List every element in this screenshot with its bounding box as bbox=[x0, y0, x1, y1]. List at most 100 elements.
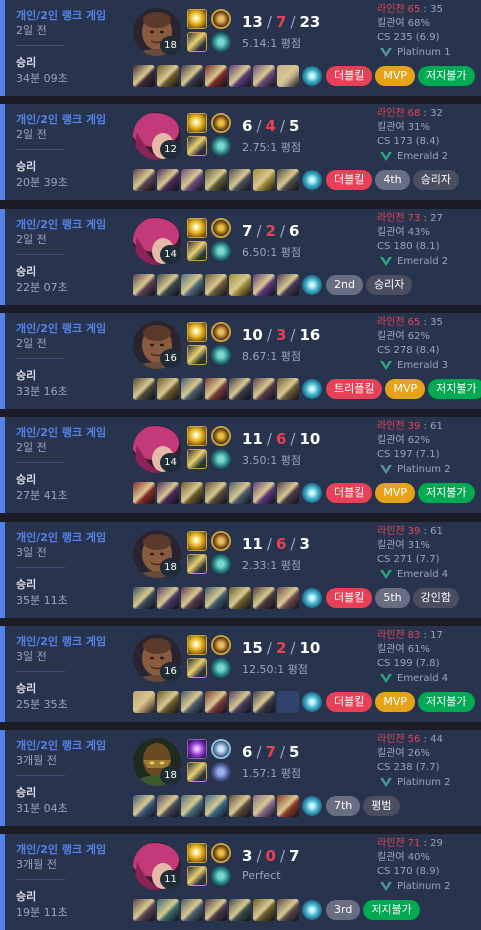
item-icon[interactable] bbox=[181, 482, 203, 504]
item-icon[interactable] bbox=[277, 587, 299, 609]
item-icon[interactable] bbox=[277, 899, 299, 921]
item-icon[interactable] bbox=[181, 65, 203, 87]
ward-icon[interactable] bbox=[302, 170, 322, 190]
secondary-rune-icon[interactable] bbox=[211, 241, 231, 261]
item-icon[interactable] bbox=[253, 169, 275, 191]
item-icon[interactable] bbox=[277, 169, 299, 191]
item-icon[interactable] bbox=[277, 274, 299, 296]
ward-icon[interactable] bbox=[302, 483, 322, 503]
item-icon[interactable] bbox=[157, 691, 179, 713]
flash-spell-icon[interactable] bbox=[187, 9, 207, 29]
item-icon[interactable] bbox=[133, 274, 155, 296]
item-icon[interactable] bbox=[157, 274, 179, 296]
item-icon[interactable] bbox=[229, 169, 251, 191]
smite-spell-icon[interactable] bbox=[187, 136, 207, 156]
item-icon[interactable] bbox=[181, 274, 203, 296]
ward-icon[interactable] bbox=[302, 692, 322, 712]
item-icon[interactable] bbox=[205, 169, 227, 191]
conqueror-rune-icon[interactable] bbox=[211, 322, 231, 342]
item-icon[interactable] bbox=[229, 795, 251, 817]
item-icon[interactable] bbox=[181, 378, 203, 400]
smite-spell-icon[interactable] bbox=[187, 554, 207, 574]
item-icon[interactable] bbox=[205, 378, 227, 400]
conqueror-rune-icon[interactable] bbox=[211, 635, 231, 655]
item-icon[interactable] bbox=[133, 691, 155, 713]
flash-spell-icon[interactable] bbox=[187, 635, 207, 655]
match-card[interactable]: 개인/2인 랭크 게임 3개월 전 승리 19분 11초 11 3/0/7 Perfect 3… bbox=[0, 834, 481, 930]
item-icon[interactable] bbox=[205, 587, 227, 609]
empty-item-slot[interactable] bbox=[277, 691, 299, 713]
item-icon[interactable] bbox=[181, 899, 203, 921]
match-card[interactable]: 개인/2인 랭크 게임 3일 전 승리 35분 11초 18 11/6/3 2.33:1 평… bbox=[0, 522, 481, 618]
item-icon[interactable] bbox=[133, 899, 155, 921]
secondary-rune-icon[interactable] bbox=[211, 32, 231, 52]
secondary-rune-icon[interactable] bbox=[211, 658, 231, 678]
smite-spell-icon[interactable] bbox=[187, 658, 207, 678]
item-icon[interactable] bbox=[133, 795, 155, 817]
flash-spell-icon[interactable] bbox=[187, 426, 207, 446]
secondary-rune-icon[interactable] bbox=[211, 345, 231, 365]
item-icon[interactable] bbox=[253, 795, 275, 817]
secondary-rune-icon[interactable] bbox=[211, 866, 231, 886]
flash-spell-icon[interactable] bbox=[187, 531, 207, 551]
item-icon[interactable] bbox=[229, 65, 251, 87]
electrocute-rune-icon[interactable] bbox=[211, 843, 231, 863]
item-icon[interactable] bbox=[133, 482, 155, 504]
item-icon[interactable] bbox=[205, 899, 227, 921]
match-card[interactable]: 개인/2인 랭크 게임 2일 전 승리 22분 07초 14 7/2/6 6.50:1 평점… bbox=[0, 209, 481, 305]
ward-icon[interactable] bbox=[302, 588, 322, 608]
item-icon[interactable] bbox=[133, 378, 155, 400]
item-icon[interactable] bbox=[229, 274, 251, 296]
smite-spell-icon[interactable] bbox=[187, 449, 207, 469]
item-icon[interactable] bbox=[181, 691, 203, 713]
item-icon[interactable] bbox=[181, 587, 203, 609]
smite-spell-icon[interactable] bbox=[187, 762, 207, 782]
electrocute-rune-icon[interactable] bbox=[211, 113, 231, 133]
ignite-purple-spell-icon[interactable] bbox=[187, 739, 207, 759]
ward-icon[interactable] bbox=[302, 379, 322, 399]
item-icon[interactable] bbox=[253, 65, 275, 87]
item-icon[interactable] bbox=[205, 274, 227, 296]
item-icon[interactable] bbox=[229, 378, 251, 400]
item-icon[interactable] bbox=[157, 378, 179, 400]
item-icon[interactable] bbox=[157, 169, 179, 191]
ward-icon[interactable] bbox=[302, 66, 322, 86]
item-icon[interactable] bbox=[157, 795, 179, 817]
flash-spell-icon[interactable] bbox=[187, 322, 207, 342]
item-icon[interactable] bbox=[133, 587, 155, 609]
flash-spell-icon[interactable] bbox=[187, 843, 207, 863]
first-strike-rune-icon[interactable] bbox=[211, 739, 231, 759]
smite-spell-icon[interactable] bbox=[187, 866, 207, 886]
flash-spell-icon[interactable] bbox=[187, 113, 207, 133]
smite-spell-icon[interactable] bbox=[187, 241, 207, 261]
item-icon[interactable] bbox=[181, 169, 203, 191]
item-icon[interactable] bbox=[205, 482, 227, 504]
item-icon[interactable] bbox=[253, 899, 275, 921]
ward-icon[interactable] bbox=[302, 275, 322, 295]
conqueror-rune-icon[interactable] bbox=[211, 9, 231, 29]
item-icon[interactable] bbox=[277, 795, 299, 817]
item-icon[interactable] bbox=[205, 795, 227, 817]
flash-spell-icon[interactable] bbox=[187, 218, 207, 238]
item-icon[interactable] bbox=[133, 65, 155, 87]
item-icon[interactable] bbox=[229, 691, 251, 713]
item-icon[interactable] bbox=[277, 378, 299, 400]
item-icon[interactable] bbox=[253, 587, 275, 609]
item-icon[interactable] bbox=[157, 587, 179, 609]
item-icon[interactable] bbox=[181, 795, 203, 817]
match-card[interactable]: 개인/2인 랭크 게임 3일 전 승리 25분 35초 16 15/2/10 12.50:1… bbox=[0, 626, 481, 722]
conqueror-rune-icon[interactable] bbox=[211, 531, 231, 551]
secondary-rune-icon[interactable] bbox=[211, 554, 231, 574]
item-icon[interactable] bbox=[205, 65, 227, 87]
item-icon[interactable] bbox=[229, 587, 251, 609]
item-icon[interactable] bbox=[277, 482, 299, 504]
secondary-rune-icon[interactable] bbox=[211, 762, 231, 782]
item-icon[interactable] bbox=[157, 482, 179, 504]
item-icon[interactable] bbox=[229, 482, 251, 504]
match-card[interactable]: 개인/2인 랭크 게임 2일 전 승리 20분 39초 12 6/4/5 2.75:1 평점… bbox=[0, 104, 481, 200]
match-card[interactable]: 개인/2인 랭크 게임 2일 전 승리 27분 41초 14 11/6/10 3.50:1 … bbox=[0, 417, 481, 513]
item-icon[interactable] bbox=[253, 378, 275, 400]
ward-icon[interactable] bbox=[302, 796, 322, 816]
electrocute-rune-icon[interactable] bbox=[211, 426, 231, 446]
match-card[interactable]: 개인/2인 랭크 게임 2일 전 승리 34분 09초 18 13/7/23 5.14:1 … bbox=[0, 0, 481, 96]
